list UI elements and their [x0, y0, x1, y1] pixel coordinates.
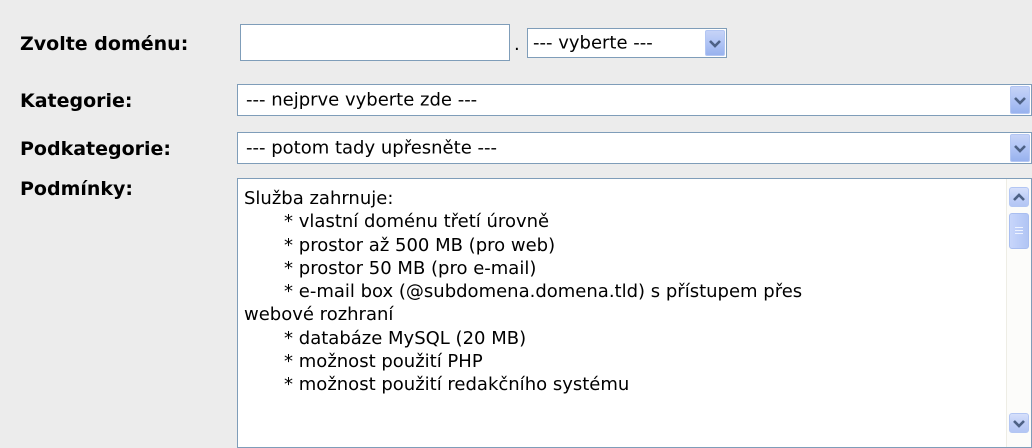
chevron-down-icon	[709, 39, 721, 48]
conditions-text: Služba zahrnuje: * vlastní doménu třetí …	[244, 188, 803, 396]
domain-separator: .	[514, 34, 520, 55]
category-dropdown-button[interactable]	[1010, 86, 1030, 114]
subdomain-input[interactable]	[240, 24, 510, 61]
tld-select-value: --- vyberte ---	[533, 32, 653, 54]
chevron-up-icon	[1013, 192, 1025, 201]
thumb-grip-line	[1015, 233, 1023, 234]
scroll-thumb[interactable]	[1009, 213, 1029, 249]
chevron-down-icon	[1014, 144, 1026, 153]
thumb-grip-line	[1015, 227, 1023, 228]
subcategory-dropdown-button[interactable]	[1010, 134, 1030, 162]
conditions-label: Podmínky:	[20, 178, 134, 200]
tld-select[interactable]: --- vyberte ---	[527, 28, 727, 58]
conditions-textarea[interactable]: Služba zahrnuje: * vlastní doménu třetí …	[237, 178, 1032, 448]
category-select-value: --- nejprve vyberte zde ---	[246, 89, 478, 111]
vertical-scrollbar[interactable]	[1006, 179, 1031, 447]
category-select[interactable]: --- nejprve vyberte zde ---	[237, 84, 1032, 116]
category-label: Kategorie:	[20, 90, 133, 112]
chevron-down-icon	[1014, 96, 1026, 105]
subcategory-select[interactable]: --- potom tady upřesněte ---	[237, 132, 1032, 164]
scroll-down-button[interactable]	[1009, 413, 1029, 433]
subcategory-select-value: --- potom tady upřesněte ---	[246, 137, 497, 159]
thumb-grip-line	[1015, 230, 1023, 231]
tld-dropdown-button[interactable]	[705, 30, 725, 56]
chevron-down-icon	[1013, 419, 1025, 428]
scroll-up-button[interactable]	[1009, 187, 1029, 207]
domain-label: Zvolte doménu:	[20, 33, 189, 55]
subcategory-label: Podkategorie:	[20, 138, 172, 160]
